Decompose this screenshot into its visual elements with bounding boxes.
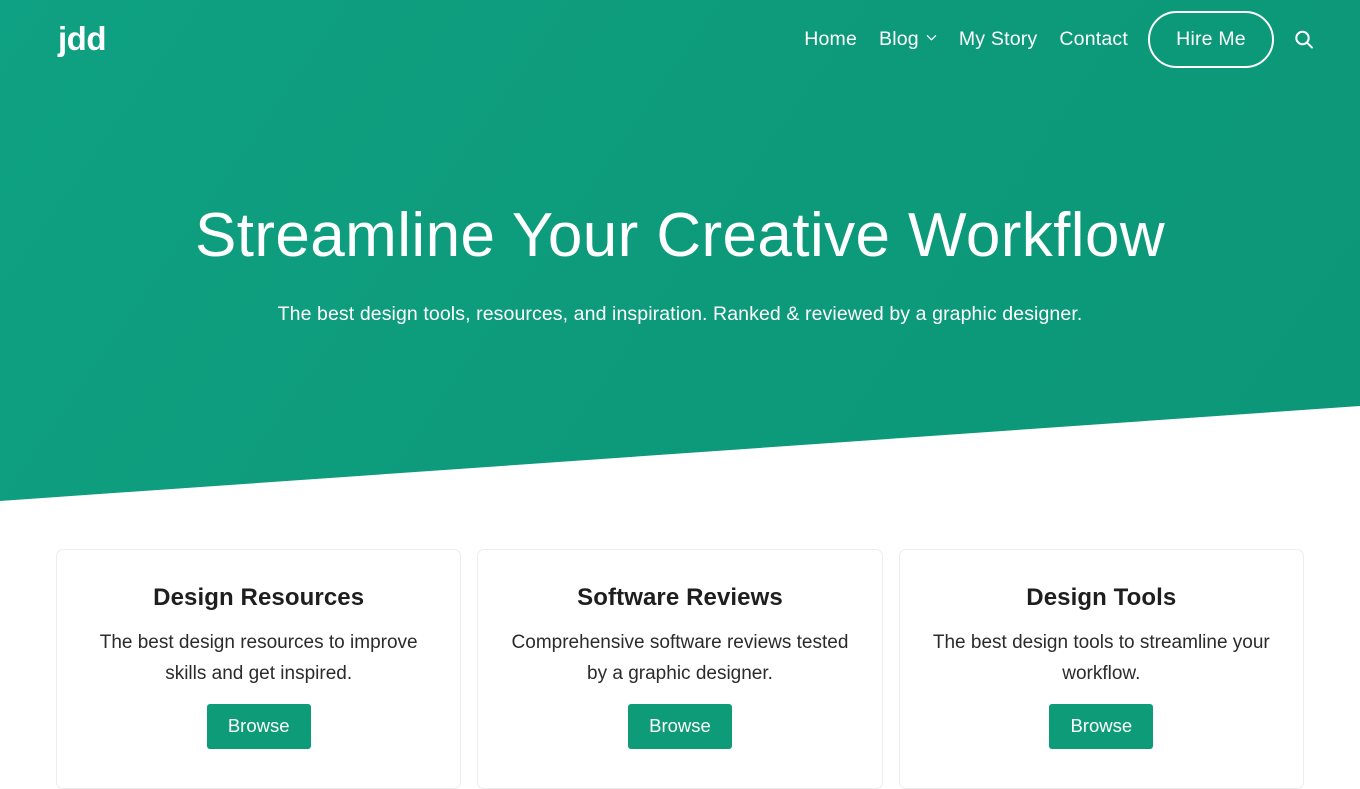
site-logo[interactable]: jdd [58,20,106,58]
nav-item-my-story[interactable]: My Story [959,24,1038,54]
site-header: jdd Home Blog My Story Contact Hire Me [0,0,1360,79]
browse-button[interactable]: Browse [206,704,311,749]
card-title: Design Tools [1026,584,1177,611]
nav-label-my-story: My Story [958,28,1038,50]
hero-subtitle: The best design tools, resources, and in… [277,303,1083,325]
nav-label-home: Home [804,28,858,50]
search-icon[interactable] [1291,27,1317,53]
card-description: Comprehensive software reviews tested by… [511,632,849,684]
hire-me-button[interactable]: Hire Me [1148,11,1274,68]
feature-card-design-resources: Design Resources The best design resourc… [56,549,462,789]
card-description: The best design resources to improve ski… [99,632,418,684]
nav-item-home[interactable]: Home [804,24,857,54]
nav-item-contact[interactable]: Contact [1059,24,1128,54]
card-title: Software Reviews [577,584,783,611]
browse-button[interactable]: Browse [628,704,732,749]
feature-card-software-reviews: Software Reviews Comprehensive software … [477,549,883,789]
feature-cards: Design Resources The best design resourc… [56,549,1304,789]
nav-label-contact: Contact [1059,28,1128,50]
chevron-down-icon [926,32,937,43]
card-title: Design Resources [153,584,365,611]
primary-navigation: Home Blog My Story Contact [804,24,1128,54]
hero-title: Streamline Your Creative Workflow [194,201,1166,270]
feature-card-design-tools: Design Tools The best design tools to st… [898,549,1304,789]
browse-button[interactable]: Browse [1049,704,1154,749]
nav-label-blog: Blog [879,28,919,50]
card-description: The best design tools to streamline your… [932,632,1270,684]
nav-item-blog[interactable]: Blog [879,24,937,54]
